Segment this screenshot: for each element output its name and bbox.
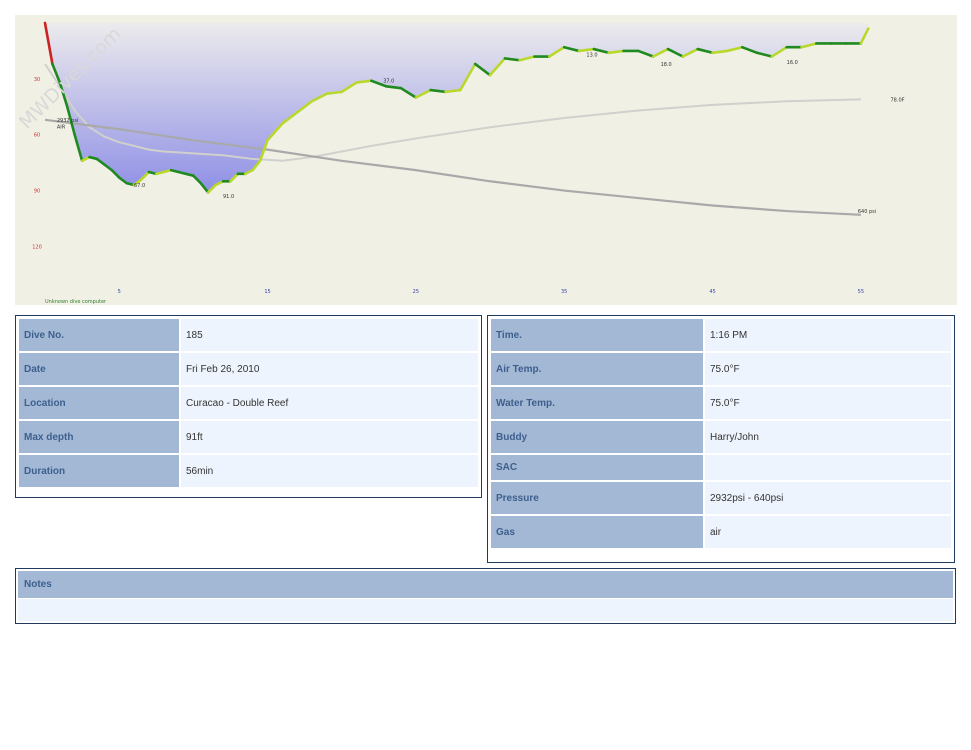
location-value: Curacao - Double Reef: [181, 387, 478, 419]
dive-info-left-table: Dive No. 185 Date Fri Feb 26, 2010 Locatio…: [17, 317, 480, 489]
x-tick-label: 45: [709, 289, 715, 295]
pressure-value: 2932psi - 640psi: [705, 482, 951, 514]
chart-annotation: 18.0: [661, 62, 672, 68]
depth-segment: [577, 47, 596, 53]
dive-no-value: 185: [181, 319, 478, 351]
y-tick-label: 120: [32, 244, 42, 250]
table-row: Time. 1:16 PM: [491, 319, 951, 351]
dive-computer-label: Unknown dive computer: [45, 299, 107, 305]
depth-segment: [325, 90, 343, 96]
x-tick-label: 55: [858, 289, 864, 295]
table-row: Pressure 2932psi - 640psi: [491, 482, 951, 514]
x-tick-label: 15: [264, 289, 270, 295]
sac-value: [705, 455, 951, 480]
chart-annotation: 13.0: [586, 53, 597, 59]
y-tick-label: 60: [34, 133, 40, 139]
table-row: SAC: [491, 455, 951, 480]
table-row: Duration 56min: [19, 455, 478, 487]
table-row: Gas air: [491, 516, 951, 548]
air-temp-label: Air Temp.: [491, 353, 703, 385]
table-row: Water Temp. 75.0°F: [491, 387, 951, 419]
table-row: Dive No. 185: [19, 319, 478, 351]
x-tick-label: 35: [561, 289, 567, 295]
air-temp-value: 75.0°F: [705, 353, 951, 385]
depth-segment: [711, 49, 729, 55]
location-label: Location: [19, 387, 179, 419]
depth-segment: [503, 57, 521, 62]
dive-profile-svg: 30 60 90 120 5 15 25 35 45 55 67.0 91.0 37.0 13.0 18.0…: [15, 21, 905, 305]
notes-panel: Notes: [15, 568, 956, 624]
gas-value: air: [705, 516, 951, 548]
table-row: Air Temp. 75.0°F: [491, 353, 951, 385]
max-depth-label: Max depth: [19, 421, 179, 453]
chart-annotation: 640 psi: [858, 209, 876, 215]
buddy-label: Buddy: [491, 421, 703, 453]
x-tick-label: 25: [413, 289, 419, 295]
dive-info-right-table: Time. 1:16 PM Air Temp. 75.0°F Water Temp.…: [489, 317, 953, 550]
water-temp-label: Water Temp.: [491, 387, 703, 419]
gas-label: Gas: [491, 516, 703, 548]
notes-label: Notes: [18, 571, 953, 598]
time-value: 1:16 PM: [705, 319, 951, 351]
chart-annotation: AIR: [57, 124, 66, 130]
dive-profile-chart: 30 60 90 120 5 15 25 35 45 55 67.0 91.0 37.0 13.0 18.0…: [15, 15, 957, 305]
duration-label: Duration: [19, 455, 179, 487]
table-row: Location Curacao - Double Reef: [19, 387, 478, 419]
dive-info-right: Time. 1:16 PM Air Temp. 75.0°F Water Temp.…: [487, 315, 955, 563]
depth-segment: [429, 88, 447, 94]
date-value: Fri Feb 26, 2010: [181, 353, 478, 385]
chart-annotation: 37.0: [383, 79, 394, 85]
chart-annotation: 67.0: [134, 183, 145, 189]
date-label: Date: [19, 353, 179, 385]
x-tick-label: 5: [118, 289, 121, 295]
depth-segment: [384, 85, 403, 90]
dive-info-left: Dive No. 185 Date Fri Feb 26, 2010 Locatio…: [15, 315, 482, 498]
max-depth-value: 91ft: [181, 421, 478, 453]
y-tick-label: 30: [34, 77, 40, 83]
y-tick-label: 90: [34, 189, 40, 195]
table-row: Max depth 91ft: [19, 421, 478, 453]
table-row: Buddy Harry/John: [491, 421, 951, 453]
chart-annotation: 16.0: [787, 60, 798, 66]
water-temp-value: 75.0°F: [705, 387, 951, 419]
pressure-label: Pressure: [491, 482, 703, 514]
depth-segment: [444, 88, 462, 94]
dive-no-label: Dive No.: [19, 319, 179, 351]
table-row: Date Fri Feb 26, 2010: [19, 353, 478, 385]
buddy-value: Harry/John: [705, 421, 951, 453]
depth-segment: [355, 79, 373, 84]
duration-value: 56min: [181, 455, 478, 487]
sac-label: SAC: [491, 455, 703, 480]
time-label: Time.: [491, 319, 703, 351]
chart-annotation: 91.0: [223, 194, 234, 200]
notes-value: [18, 599, 953, 621]
chart-annotation: 2932 psi: [57, 118, 78, 124]
chart-annotation: 78.0F: [891, 97, 905, 103]
depth-segment: [607, 49, 625, 55]
